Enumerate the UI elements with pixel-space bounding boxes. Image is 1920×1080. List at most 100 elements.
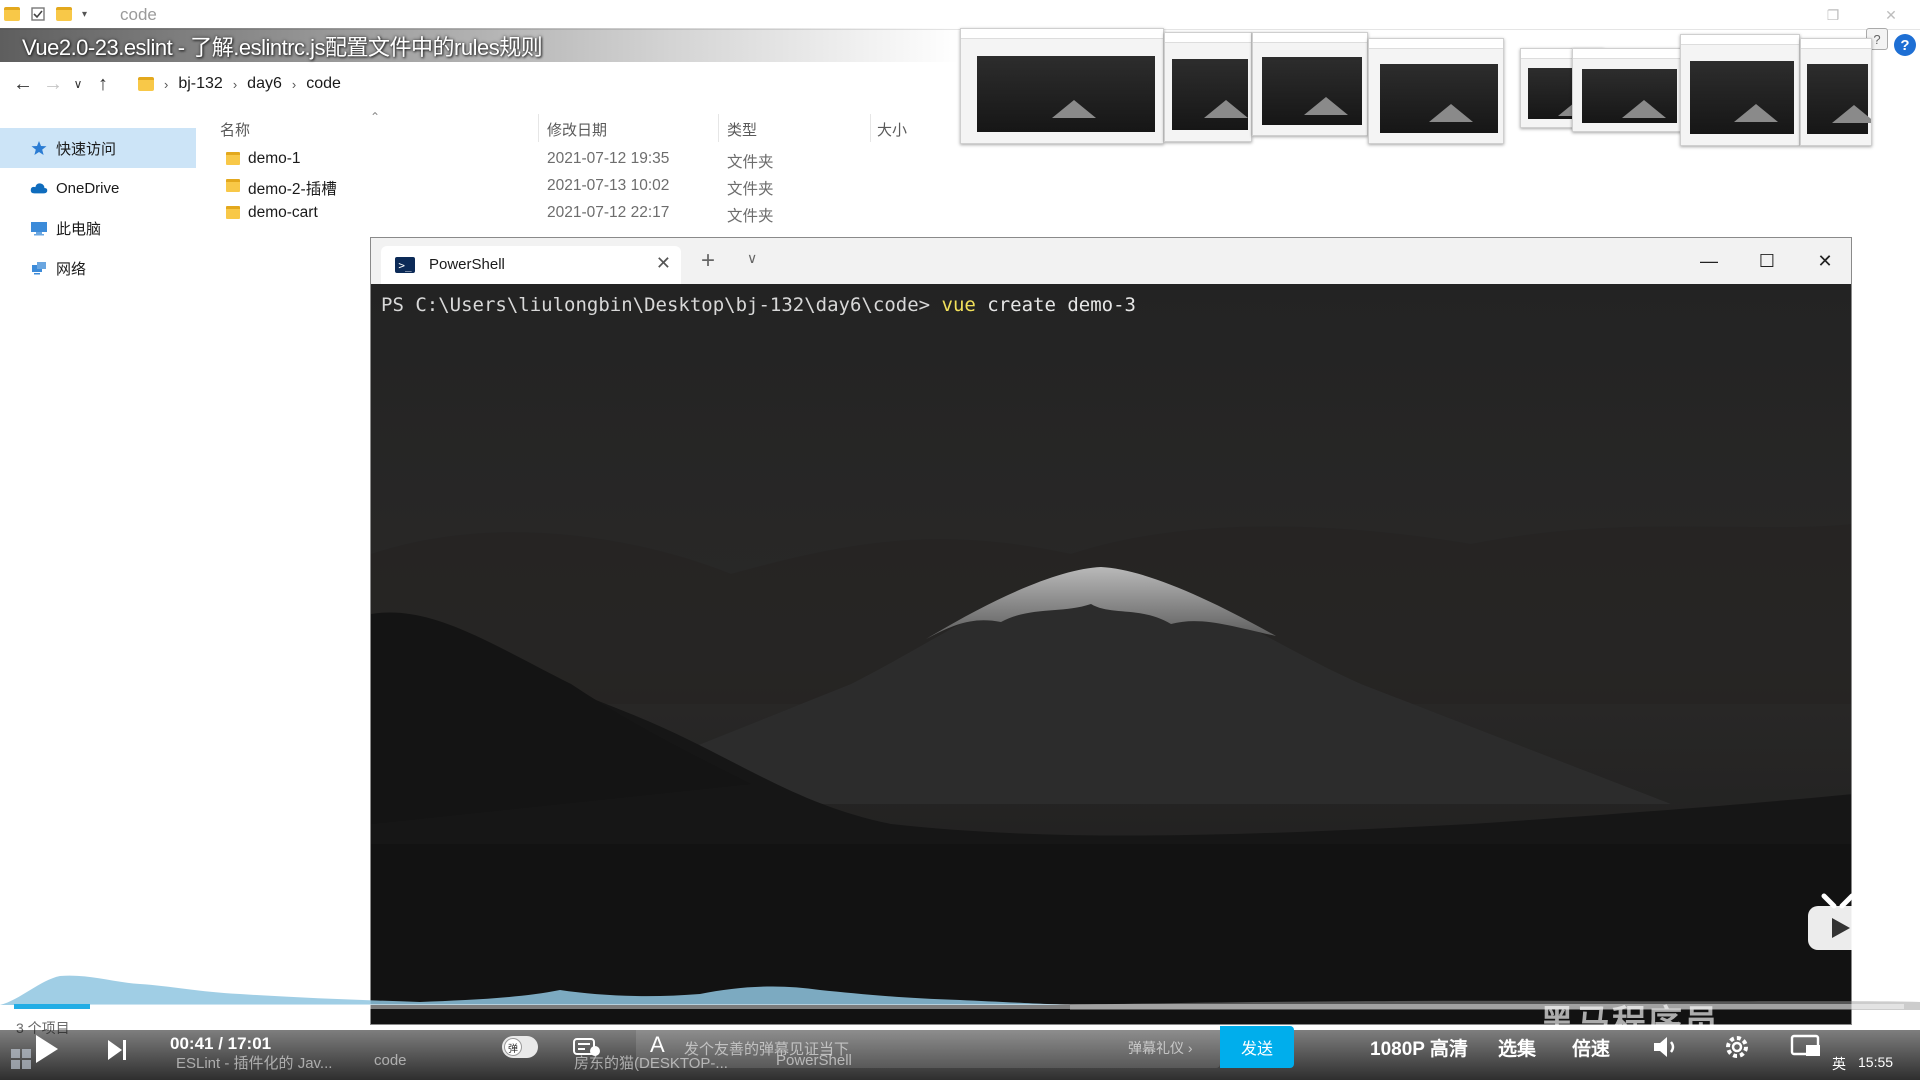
breadcrumb-separator-icon[interactable]: › bbox=[292, 77, 296, 92]
file-row[interactable]: demo-2-插槽 2021-07-13 10:02 文件夹 bbox=[210, 173, 970, 200]
terminal-command: vue bbox=[941, 294, 976, 316]
terminal-command-args: create demo-3 bbox=[975, 294, 1136, 316]
tab-label: PowerShell bbox=[429, 256, 505, 273]
file-row[interactable]: demo-cart 2021-07-12 22:17 文件夹 bbox=[210, 200, 970, 227]
powershell-icon: >_ bbox=[395, 257, 415, 273]
new-tab-icon[interactable]: + bbox=[701, 247, 715, 275]
danmu-input-placeholder: 发个友善的弹幕见证当下 bbox=[684, 1041, 850, 1058]
up-arrow-icon[interactable]: ↑ bbox=[88, 69, 118, 99]
close-tab-icon[interactable]: ✕ bbox=[656, 253, 671, 274]
taskbar-item-explorer[interactable]: code bbox=[374, 1052, 407, 1069]
chevron-down-icon[interactable]: ▾ bbox=[82, 9, 87, 20]
breadcrumb-item-day6[interactable]: day6 bbox=[247, 75, 282, 93]
quick-access-toolbar: ▾ code ❐ ✕ bbox=[0, 0, 1920, 30]
sort-ascending-icon: ⌃ bbox=[370, 110, 381, 124]
episodes-button[interactable]: 选集 bbox=[1498, 1034, 1536, 1061]
star-icon bbox=[31, 141, 47, 155]
forward-arrow-icon[interactable]: → bbox=[38, 69, 68, 99]
computer-icon bbox=[31, 222, 47, 236]
preview-thumbnail[interactable] bbox=[1572, 48, 1682, 132]
column-headers: ⌃ 名称 修改日期 类型 大小 bbox=[210, 110, 970, 146]
preview-thumbnail[interactable] bbox=[1368, 38, 1504, 144]
sidebar-item-onedrive[interactable]: OneDrive bbox=[0, 168, 196, 208]
terminal-prompt: PS C:\Users\liulongbin\Desktop\bj-132\da… bbox=[381, 294, 942, 316]
file-modified: 2021-07-12 19:35 bbox=[547, 150, 670, 167]
folder-icon bbox=[226, 206, 240, 219]
window-title: code bbox=[120, 5, 157, 24]
file-row[interactable]: demo-1 2021-07-12 19:35 文件夹 bbox=[210, 146, 970, 173]
powershell-window: >_ PowerShell ✕ + ∨ — ☐ ✕ PS C:\Users\li… bbox=[370, 237, 1852, 1025]
terminal-prompt-line[interactable]: PS C:\Users\liulongbin\Desktop\bj-132\da… bbox=[381, 294, 1136, 316]
restore-button[interactable]: ❐ bbox=[1804, 0, 1862, 30]
sidebar-item-this-pc[interactable]: 此电脑 bbox=[0, 208, 196, 248]
folder-icon bbox=[226, 152, 240, 165]
recent-locations-chevron-icon[interactable]: ∨ bbox=[68, 69, 88, 99]
play-icon[interactable] bbox=[36, 1035, 58, 1063]
breadcrumb-item-code[interactable]: code bbox=[306, 75, 341, 93]
terminal-body[interactable]: PS C:\Users\liulongbin\Desktop\bj-132\da… bbox=[371, 284, 1851, 1024]
windows-start-icon[interactable] bbox=[10, 1048, 32, 1070]
sidebar-item-network[interactable]: 网络 bbox=[0, 248, 196, 288]
preview-thumbnail[interactable] bbox=[1800, 38, 1872, 146]
sidebar-item-label: 快速访问 bbox=[56, 140, 117, 158]
video-title: Vue2.0-23.eslint - 了解.eslintrc.js配置文件中的r… bbox=[22, 35, 543, 60]
breadcrumb-item-bj-132[interactable]: bj-132 bbox=[178, 75, 222, 93]
volume-icon[interactable] bbox=[1652, 1034, 1680, 1060]
column-header-modified[interactable]: 修改日期 bbox=[547, 119, 607, 140]
file-name: demo-cart bbox=[248, 204, 318, 221]
minimize-button[interactable]: — bbox=[1681, 244, 1737, 278]
chevron-down-icon[interactable]: ∨ bbox=[747, 250, 757, 267]
new-folder-icon[interactable] bbox=[56, 7, 72, 21]
column-divider[interactable] bbox=[718, 114, 719, 142]
close-window-button[interactable]: ✕ bbox=[1797, 244, 1851, 278]
preview-thumbnail[interactable] bbox=[1252, 32, 1368, 136]
send-button[interactable]: 发送 bbox=[1220, 1026, 1294, 1068]
danmu-style-icon[interactable]: A bbox=[650, 1032, 665, 1058]
system-clock: 15:55 bbox=[1858, 1054, 1894, 1070]
column-header-size[interactable]: 大小 bbox=[877, 119, 907, 140]
column-header-type[interactable]: 类型 bbox=[727, 119, 757, 140]
cloud-icon bbox=[30, 183, 48, 194]
preview-thumbnail[interactable] bbox=[960, 28, 1164, 144]
terminal-titlebar[interactable]: >_ PowerShell ✕ + ∨ — ☐ ✕ bbox=[371, 238, 1851, 284]
maximize-button[interactable]: ☐ bbox=[1739, 244, 1795, 278]
breadcrumb: › bj-132 › day6 › code bbox=[138, 64, 341, 104]
properties-icon[interactable] bbox=[30, 5, 46, 23]
playback-time: 00:41 / 17:01 bbox=[170, 1034, 272, 1053]
breadcrumb-separator-icon[interactable]: › bbox=[164, 77, 168, 92]
folder-icon bbox=[4, 7, 20, 21]
sidebar-item-label: 网络 bbox=[56, 260, 87, 278]
close-button[interactable]: ✕ bbox=[1862, 0, 1920, 30]
column-divider[interactable] bbox=[870, 114, 871, 142]
bilibili-tv-icon[interactable] bbox=[1804, 892, 1872, 956]
mount-fuji-background bbox=[371, 284, 1851, 1024]
breadcrumb-separator-icon[interactable]: › bbox=[233, 77, 237, 92]
file-type: 文件夹 bbox=[727, 208, 774, 225]
navigation-pane: 快速访问 OneDrive 此电脑 网络 bbox=[0, 128, 196, 288]
back-arrow-icon[interactable]: ← bbox=[8, 69, 38, 99]
danmu-toggle[interactable]: 弹 bbox=[502, 1036, 538, 1058]
next-episode-icon[interactable] bbox=[106, 1038, 128, 1062]
sidebar-item-quick-access[interactable]: 快速访问 bbox=[0, 128, 196, 168]
tab-powershell[interactable]: >_ PowerShell ✕ bbox=[381, 246, 681, 284]
file-name: demo-1 bbox=[248, 150, 301, 167]
preview-thumbnail[interactable] bbox=[1164, 32, 1252, 142]
preview-thumbnail[interactable] bbox=[1680, 34, 1800, 146]
danmu-settings-icon[interactable] bbox=[572, 1036, 602, 1058]
help-icon[interactable]: ? bbox=[1894, 34, 1916, 56]
taskbar-item-browser[interactable]: ESLint - 插件化的 Jav... bbox=[176, 1052, 332, 1073]
explorer-window-controls: ❐ ✕ bbox=[1804, 0, 1920, 30]
quality-button[interactable]: 1080P 高清 bbox=[1370, 1034, 1468, 1061]
folder-icon bbox=[226, 179, 240, 192]
video-preview-thumbnails bbox=[960, 28, 1880, 148]
column-divider[interactable] bbox=[538, 114, 539, 142]
progress-fill bbox=[14, 1004, 90, 1009]
file-list: ⌃ 名称 修改日期 类型 大小 demo-1 2021-07-12 19:35 … bbox=[210, 110, 970, 227]
speed-button[interactable]: 倍速 bbox=[1572, 1034, 1610, 1061]
file-type: 文件夹 bbox=[727, 154, 774, 171]
gear-icon[interactable] bbox=[1722, 1032, 1752, 1062]
danmu-etiquette-link[interactable]: 弹幕礼仪 › bbox=[1128, 1038, 1193, 1058]
ime-indicator[interactable]: 英 bbox=[1832, 1054, 1846, 1074]
picture-in-picture-icon[interactable] bbox=[1790, 1034, 1824, 1060]
column-header-name[interactable]: 名称 bbox=[220, 119, 250, 140]
